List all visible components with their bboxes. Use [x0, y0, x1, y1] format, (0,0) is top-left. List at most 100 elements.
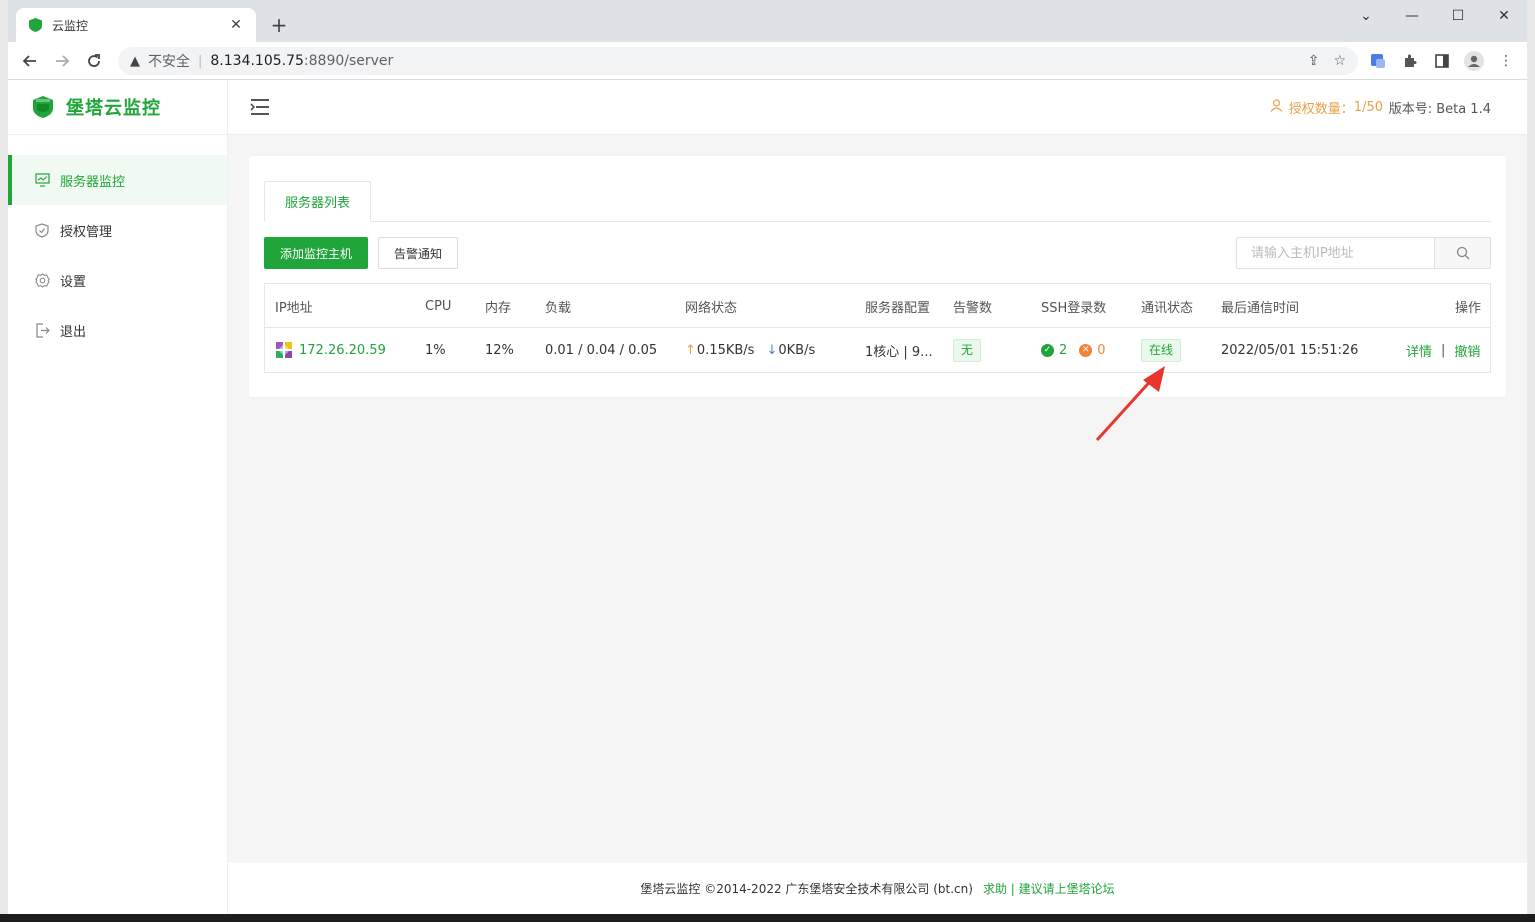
forward-icon[interactable] — [50, 49, 74, 73]
monitor-icon — [34, 172, 50, 188]
ip-link[interactable]: 172.26.20.59 — [299, 343, 386, 358]
load-cell: 0.01 / 0.04 / 0.05 — [545, 342, 658, 358]
search-button[interactable] — [1434, 238, 1490, 268]
new-tab-button[interactable]: + — [268, 12, 290, 38]
sidebar-item-label: 服务器监控 — [60, 174, 126, 190]
alerts-badge: 无 — [953, 338, 982, 362]
actions-cell: 详情 | 撤销 — [1406, 328, 1480, 372]
address-separator: | — [198, 53, 203, 69]
more-menu-icon[interactable]: ⋮ — [1495, 50, 1517, 72]
header-ip: IP地址 — [275, 300, 313, 316]
header-config: 服务器配置 — [865, 300, 931, 316]
tab-title: 云监控 — [52, 18, 89, 33]
license-count: 授权数量： 1/50 — [1270, 98, 1383, 117]
table-row: 172.26.20.59 1% 12% 0.01 / 0.04 / 0.05 ↑… — [265, 328, 1490, 372]
warning-icon[interactable]: ▲ — [130, 54, 140, 69]
logout-icon — [34, 322, 50, 338]
brand-name: 堡塔云监控 — [66, 98, 161, 119]
top-bar: 授权数量： 1/50 版本号: Beta 1.4 — [228, 80, 1527, 135]
os-logo-icon — [275, 341, 293, 359]
add-host-button[interactable]: 添加监控主机 — [264, 237, 368, 269]
header-ssh: SSH登录数 — [1041, 300, 1107, 316]
sidebar-item-server-monitor[interactable]: 服务器监控 — [8, 155, 227, 205]
chevron-down-icon[interactable]: ⌄ — [1343, 0, 1389, 32]
alert-notify-button[interactable]: 告警通知 — [378, 237, 458, 269]
reload-icon[interactable] — [82, 49, 106, 73]
network-cell: ↑ 0.15KB/s ↓ 0KB/s — [685, 328, 815, 372]
brand-logo[interactable]: 堡塔云监控 — [8, 80, 227, 135]
net-down-value: 0KB/s — [778, 342, 816, 358]
header-network: 网络状态 — [685, 300, 738, 316]
search-input[interactable] — [1237, 238, 1434, 268]
sidepanel-icon[interactable] — [1431, 50, 1453, 72]
user-icon — [1270, 99, 1283, 116]
version-label: 版本号: Beta 1.4 — [1388, 102, 1491, 117]
search-box — [1236, 237, 1491, 269]
net-up-value: 0.15KB/s — [696, 342, 755, 358]
memory-cell: 12% — [485, 342, 514, 358]
header-alerts: 告警数 — [953, 300, 993, 316]
license-label: 授权数量： — [1288, 102, 1354, 117]
app-root: 堡塔云监控 服务器监控 授权管理 设置 退出 授权数量： 1/50 版本号: B… — [8, 80, 1527, 914]
maximize-icon[interactable]: ☐ — [1435, 0, 1481, 32]
action-separator: | — [1441, 342, 1446, 358]
footer-copyright: 堡塔云监控 ©2014-2022 广东堡塔安全技术有限公司 (bt.cn) — [640, 882, 973, 896]
omnibox-actions: ⇪ ☆ — [1308, 52, 1346, 70]
tab-server-list[interactable]: 服务器列表 — [264, 181, 371, 222]
sidebar-item-settings[interactable]: 设置 — [8, 255, 227, 305]
shield-logo-icon — [32, 96, 54, 118]
header-status: 通讯状态 — [1141, 300, 1194, 316]
window-close-icon[interactable]: ✕ — [1481, 0, 1527, 32]
sidebar-item-license[interactable]: 授权管理 — [8, 205, 227, 255]
header-memory: 内存 — [485, 300, 512, 316]
sidebar-item-label: 授权管理 — [60, 224, 113, 240]
header-last-time: 最后通信时间 — [1221, 300, 1300, 316]
extensions-icon[interactable] — [1399, 50, 1421, 72]
header-actions: 操作 — [1455, 300, 1482, 316]
sidebar-item-label: 退出 — [60, 324, 87, 340]
footer-forum-link[interactable]: 求助 | 建议请上堡塔论坛 — [983, 880, 1115, 897]
search-icon — [1456, 246, 1469, 260]
sidebar-item-logout[interactable]: 退出 — [8, 305, 227, 355]
desktop-edge-left — [0, 0, 8, 922]
footer: 堡塔云监控 ©2014-2022 广东堡塔安全技术有限公司 (bt.cn) 求助… — [228, 863, 1527, 914]
ssh-success-count[interactable]: 2 — [1059, 343, 1067, 358]
address-bar[interactable]: ▲ 不安全 | 8.134.105.75:8890/server ⇪ ☆ — [118, 47, 1358, 75]
config-cell: 1核心 | 9... — [865, 344, 933, 360]
cpu-cell: 1% — [425, 342, 446, 358]
license-value: 1/50 — [1353, 100, 1383, 115]
url-text: 8.134.105.75:8890/server — [210, 53, 394, 69]
profile-avatar-icon[interactable] — [1463, 50, 1485, 72]
server-list-card: 服务器列表 添加监控主机 告警通知 IP地址 CPU 内存 负载 网络状态 服务… — [249, 156, 1506, 397]
annotation-arrow — [1095, 366, 1165, 442]
back-icon[interactable] — [18, 49, 42, 73]
status-badge: 在线 — [1141, 338, 1182, 362]
desktop-taskbar — [0, 914, 1535, 922]
menu-toggle-icon[interactable] — [250, 98, 270, 116]
ip-cell: 172.26.20.59 — [275, 328, 386, 372]
detail-link[interactable]: 详情 — [1406, 341, 1432, 360]
shield-favicon-icon — [28, 18, 42, 32]
share-icon[interactable]: ⇪ — [1308, 53, 1320, 69]
ssh-fail-count[interactable]: 0 — [1097, 343, 1105, 358]
alerts-cell: 无 — [953, 328, 982, 372]
arrow-up-icon: ↑ — [685, 342, 696, 358]
insecure-label: 不安全 — [148, 54, 190, 70]
desktop-edge-right — [1527, 0, 1535, 922]
revoke-link[interactable]: 撤销 — [1454, 341, 1480, 360]
arrow-down-icon: ↓ — [766, 342, 778, 358]
gear-icon — [34, 272, 50, 288]
tab-strip: 云监控 ✕ + ⌄ — ☐ ✕ — [8, 0, 1527, 42]
close-icon[interactable]: ✕ — [228, 17, 244, 33]
minimize-icon[interactable]: — — [1389, 0, 1435, 32]
star-icon[interactable]: ☆ — [1333, 53, 1346, 69]
tab-bar: 服务器列表 — [264, 181, 1491, 222]
shield-icon — [34, 222, 50, 238]
translate-icon[interactable] — [1367, 50, 1389, 72]
toolbar-icons: ⋮ — [1367, 50, 1517, 72]
last-time-cell: 2022/05/01 15:51:26 — [1221, 342, 1359, 358]
browser-window: 云监控 ✕ + ⌄ — ☐ ✕ ▲ 不安全 | 8.134.105.75:889… — [8, 0, 1527, 914]
header-cpu: CPU — [425, 298, 452, 314]
header-load: 负载 — [545, 300, 572, 316]
browser-tab[interactable]: 云监控 ✕ — [16, 8, 256, 42]
